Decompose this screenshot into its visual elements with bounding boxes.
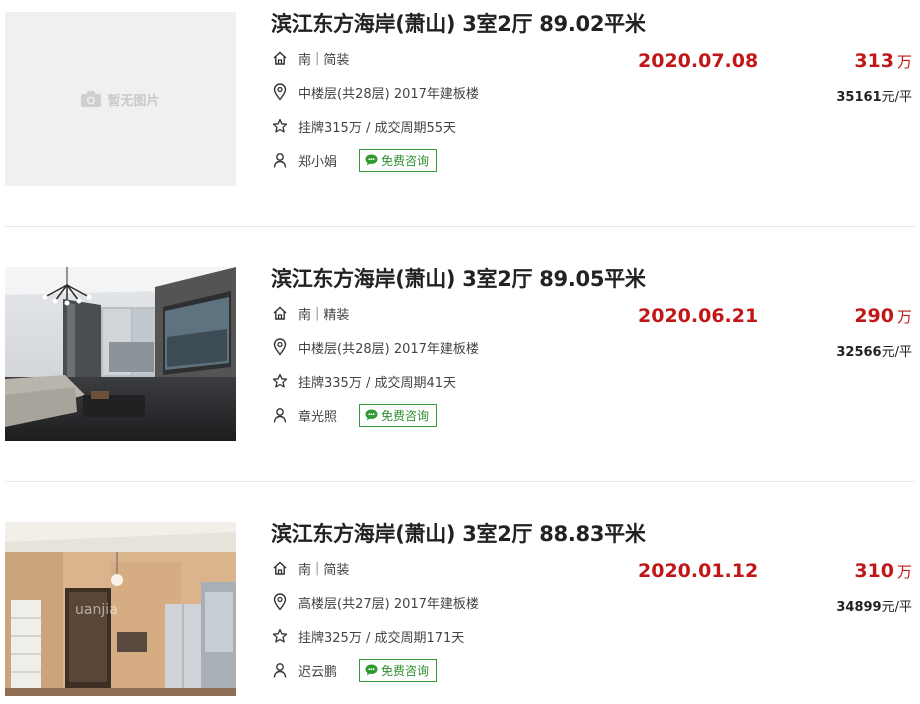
price-unit: 万 (896, 308, 912, 326)
orientation-row: 南 | 简装 (271, 558, 349, 578)
listing-title[interactable]: 滨江东方海岸(萧山) 3室2厅 89.05平米 (271, 263, 646, 293)
floor-row: 高楼层(共27层) 2017年建板楼 (271, 592, 479, 612)
deal-date: 2020.01.12 (638, 560, 759, 582)
listing-thumbnail-placeholder[interactable]: 暂无图片 (5, 12, 236, 186)
unit-price: 35161元/平 (836, 86, 912, 105)
unit-price-unit: 元/平 (881, 345, 912, 360)
star-icon (271, 372, 289, 390)
listing-item[interactable]: uanjia 滨江东方海岸(萧山) 3室2厅 88.83平米 南 | 简装 高楼… (0, 510, 920, 700)
total-price-value: 310 (854, 560, 894, 582)
person-icon (271, 661, 289, 679)
house-icon (271, 559, 289, 577)
orientation-text: 南 (298, 52, 312, 68)
listing-thumbnail[interactable] (5, 267, 236, 441)
deal-date: 2020.06.21 (638, 305, 759, 327)
star-icon (271, 117, 289, 135)
unit-price: 34899元/平 (836, 596, 912, 615)
orientation-row: 南 | 精装 (271, 303, 349, 323)
separator: | (315, 560, 320, 576)
free-consult-button[interactable]: 免费咨询 (359, 403, 438, 427)
floor-info: 中楼层(共28层) 2017年建板楼 (298, 86, 479, 102)
consult-label: 免费咨询 (381, 408, 430, 423)
free-consult-button[interactable]: 免费咨询 (359, 658, 438, 682)
unit-price-unit: 元/平 (881, 90, 912, 105)
orientation-row: 南 | 简装 (271, 48, 349, 68)
unit-price: 32566元/平 (836, 341, 912, 360)
free-consult-button[interactable]: 免费咨询 (359, 148, 438, 172)
listing-info: 挂牌315万 / 成交周期55天 (298, 120, 456, 136)
separator: | (315, 50, 320, 66)
house-icon (271, 49, 289, 67)
agent-row: 章光照 免费咨询 (271, 403, 438, 427)
orientation-text: 南 (298, 562, 312, 578)
location-pin-icon (271, 593, 289, 611)
listing-info: 挂牌335万 / 成交周期41天 (298, 375, 456, 391)
listing-title[interactable]: 滨江东方海岸(萧山) 3室2厅 89.02平米 (271, 8, 646, 38)
listing-item[interactable]: 暂无图片 滨江东方海岸(萧山) 3室2厅 89.02平米 南 | 简装 中楼层(… (0, 0, 920, 190)
location-pin-icon (271, 83, 289, 101)
listing-thumbnail[interactable]: uanjia (5, 522, 236, 696)
price-unit: 万 (896, 53, 912, 71)
agent-name[interactable]: 郑小娟 (298, 151, 337, 170)
total-price-value: 290 (854, 305, 894, 327)
unit-price-value: 35161 (836, 90, 882, 105)
floor-info: 中楼层(共28层) 2017年建板楼 (298, 341, 479, 357)
listing-info-row: 挂牌315万 / 成交周期55天 (271, 116, 456, 136)
listing-info-row: 挂牌335万 / 成交周期41天 (271, 371, 456, 391)
separator: | (315, 305, 320, 321)
listing-info-row: 挂牌325万 / 成交周期171天 (271, 626, 464, 646)
no-image-text: 暂无图片 (107, 93, 160, 109)
total-price: 310 万 (854, 560, 912, 582)
location-pin-icon (271, 338, 289, 356)
floor-row: 中楼层(共28层) 2017年建板楼 (271, 82, 479, 102)
divider (5, 226, 915, 227)
total-price: 313 万 (854, 50, 912, 72)
total-price: 290 万 (854, 305, 912, 327)
star-icon (271, 627, 289, 645)
unit-price-value: 34899 (836, 600, 882, 615)
unit-price-value: 32566 (836, 345, 882, 360)
consult-label: 免费咨询 (381, 663, 430, 678)
svg-text:uanjia: uanjia (75, 602, 118, 618)
divider (5, 481, 915, 482)
listing-info: 挂牌325万 / 成交周期171天 (298, 630, 465, 646)
deal-date: 2020.07.08 (638, 50, 759, 72)
floor-info: 高楼层(共27层) 2017年建板楼 (298, 596, 479, 612)
consult-label: 免费咨询 (381, 153, 430, 168)
person-icon (271, 151, 289, 169)
chat-bubble-icon (365, 154, 378, 166)
person-icon (271, 406, 289, 424)
total-price-value: 313 (854, 50, 894, 72)
chat-bubble-icon (365, 664, 378, 676)
listing-item[interactable]: 滨江东方海岸(萧山) 3室2厅 89.05平米 南 | 精装 中楼层(共28层)… (0, 255, 920, 445)
house-icon (271, 304, 289, 322)
agent-name[interactable]: 章光照 (298, 406, 337, 425)
agent-row: 郑小娟 免费咨询 (271, 148, 438, 172)
decoration-text: 简装 (323, 562, 350, 578)
floor-row: 中楼层(共28层) 2017年建板楼 (271, 337, 479, 357)
decoration-text: 精装 (323, 307, 350, 323)
price-unit: 万 (896, 563, 912, 581)
camera-icon (81, 91, 102, 107)
decoration-text: 简装 (323, 52, 350, 68)
listing-title[interactable]: 滨江东方海岸(萧山) 3室2厅 88.83平米 (271, 518, 646, 548)
no-image-indicator: 暂无图片 (5, 12, 236, 186)
unit-price-unit: 元/平 (881, 600, 912, 615)
agent-name[interactable]: 迟云鹏 (298, 661, 337, 680)
dining-room-photo: uanjia (5, 522, 236, 696)
living-room-photo (5, 267, 236, 441)
orientation-text: 南 (298, 307, 312, 323)
chat-bubble-icon (365, 409, 378, 421)
agent-row: 迟云鹏 免费咨询 (271, 658, 438, 682)
